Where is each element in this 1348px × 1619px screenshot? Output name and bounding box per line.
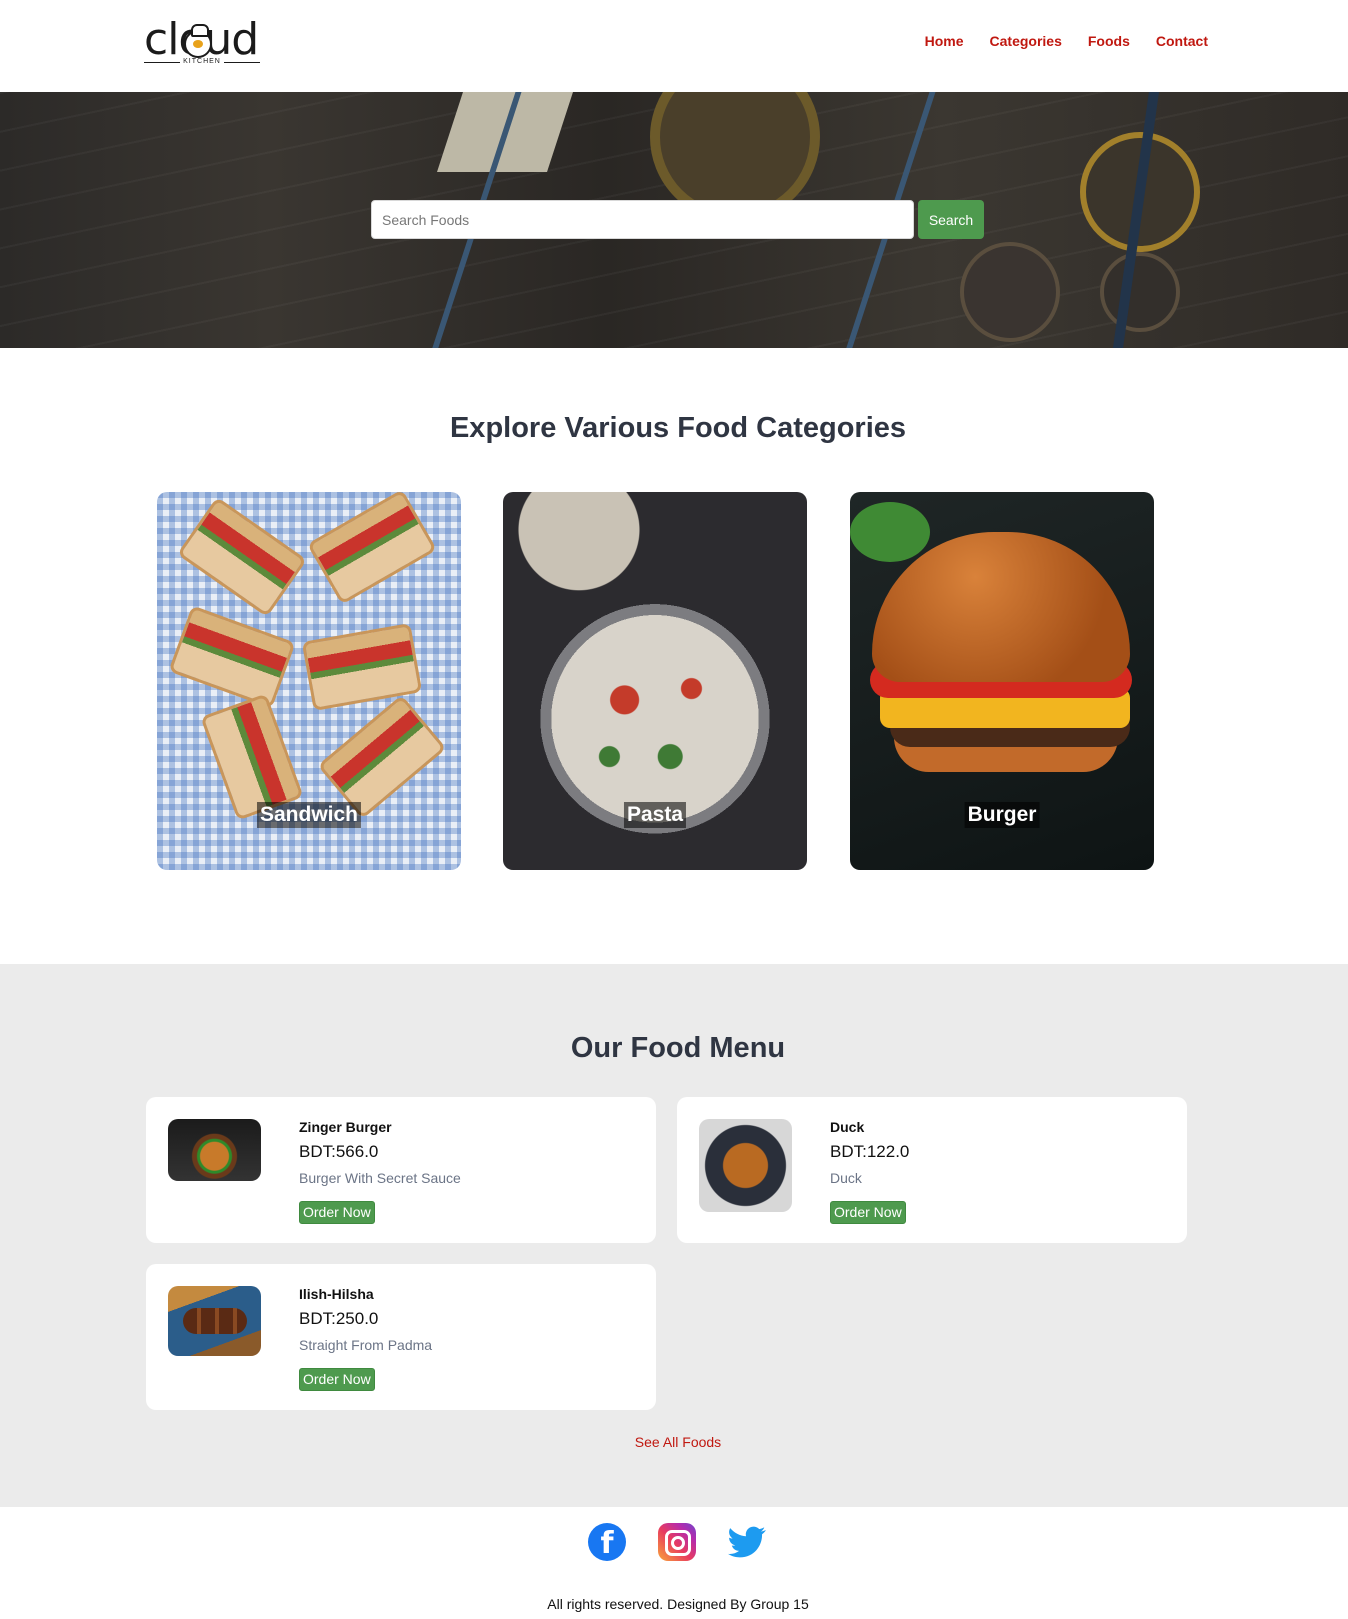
category-card-sandwich[interactable]: Sandwich (157, 492, 461, 870)
facebook-icon[interactable]: f (588, 1523, 626, 1561)
menu-title: Our Food Menu (570, 1032, 786, 1064)
nav-categories[interactable]: Categories (990, 33, 1062, 49)
food-name: Duck (830, 1119, 865, 1135)
food-name: Ilish-Hilsha (299, 1286, 374, 1302)
order-now-button[interactable]: Order Now (830, 1201, 906, 1224)
food-price: BDT:250.0 (299, 1309, 379, 1328)
food-description: Burger With Secret Sauce (299, 1170, 461, 1186)
social-links: f (588, 1523, 766, 1561)
category-label: Sandwich (256, 802, 362, 828)
main-nav: Home Categories Foods Contact (925, 33, 1208, 49)
food-description: Duck (830, 1170, 862, 1186)
chef-mascot-icon (184, 24, 212, 58)
food-card-zinger-burger: Zinger Burger BDT:566.0 Burger With Secr… (146, 1097, 656, 1243)
hero-decor-table (1100, 252, 1180, 332)
food-image (699, 1119, 792, 1212)
category-card-pasta[interactable]: Pasta (503, 492, 807, 870)
food-image (168, 1119, 261, 1181)
food-image (168, 1286, 261, 1356)
food-price: BDT:566.0 (299, 1142, 379, 1161)
copyright-text: All rights reserved. Designed By Group 1… (547, 1596, 809, 1612)
search-button[interactable]: Search (918, 200, 984, 239)
food-card-ilish-hilsha: Ilish-Hilsha BDT:250.0 Straight From Pad… (146, 1264, 656, 1410)
hero-decor-table (960, 242, 1060, 342)
nav-foods[interactable]: Foods (1088, 33, 1130, 49)
food-menu-section: Our Food Menu Zinger Burger BDT:566.0 Bu… (0, 964, 1348, 1507)
food-description: Straight From Padma (299, 1337, 433, 1353)
food-card-duck: Duck BDT:122.0 Duck Order Now (677, 1097, 1187, 1243)
twitter-bird-icon (728, 1526, 766, 1558)
search-input[interactable] (371, 200, 914, 239)
category-label: Burger (964, 802, 1040, 828)
category-card-burger[interactable]: Burger (850, 492, 1154, 870)
see-all-foods-link[interactable]: See All Foods (0, 1434, 1348, 1450)
sandwich-piece (317, 694, 447, 820)
sandwich-piece (306, 492, 438, 605)
nav-contact[interactable]: Contact (1156, 33, 1208, 49)
lettuce-decor (850, 502, 930, 562)
logo-subtitle: KITCHEN (144, 58, 260, 65)
cloud-kitchen-logo[interactable]: cloud KITCHEN (144, 18, 264, 68)
footer: f All rights reserved. Designed By Group… (0, 1507, 1348, 1619)
sandwich-piece (168, 605, 296, 709)
food-price: BDT:122.0 (830, 1142, 910, 1161)
order-now-button[interactable]: Order Now (299, 1201, 375, 1224)
header: cloud KITCHEN Home Categories Foods Cont… (0, 0, 1348, 92)
categories-title: Explore Various Food Categories (449, 412, 907, 444)
category-label: Pasta (623, 802, 687, 828)
sandwich-piece (176, 496, 308, 618)
facebook-glyph: f (600, 1526, 614, 1561)
search-form: Search (371, 200, 984, 239)
food-name: Zinger Burger (299, 1119, 392, 1135)
nav-home[interactable]: Home (925, 33, 964, 49)
instagram-icon[interactable] (658, 1523, 696, 1561)
order-now-button[interactable]: Order Now (299, 1368, 375, 1391)
twitter-icon[interactable] (728, 1523, 766, 1561)
